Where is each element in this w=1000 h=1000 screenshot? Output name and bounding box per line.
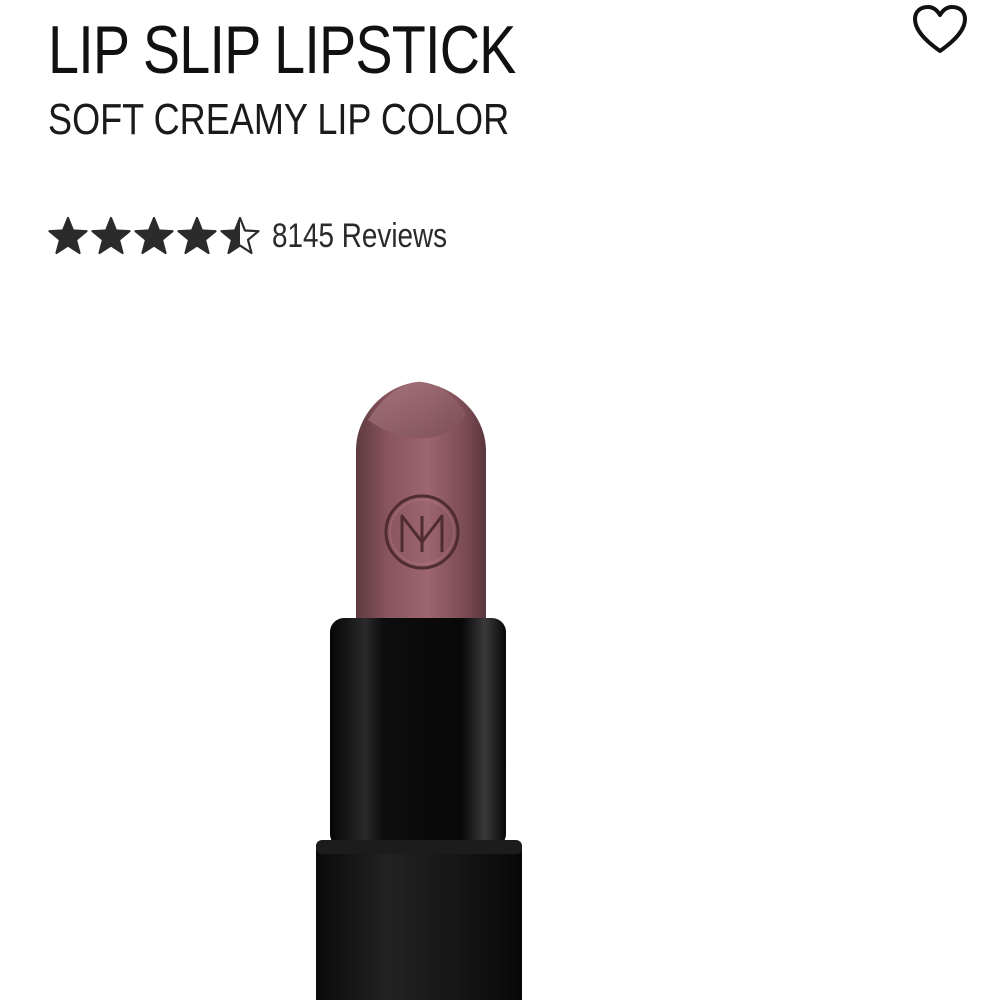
review-count-link[interactable]: 8145 Reviews (272, 217, 447, 256)
product-subtitle: SOFT CREAMY LIP COLOR (48, 95, 510, 144)
product-title: LIP SLIP LIPSTICK (48, 12, 516, 88)
product-image (280, 370, 580, 1000)
star-full-icon (134, 216, 174, 255)
star-rating (48, 216, 260, 256)
rating-row: 8145 Reviews (48, 206, 486, 266)
star-full-icon (177, 216, 217, 255)
lipstick-image (316, 381, 522, 1000)
wishlist-button[interactable] (910, 2, 970, 58)
product-header: LIP SLIP LIPSTICK SOFT CREAMY LIP COLOR (48, 8, 868, 148)
star-full-icon (91, 216, 131, 255)
star-half-icon (220, 216, 260, 255)
heart-outline-icon (913, 5, 967, 53)
star-full-icon (48, 216, 88, 255)
